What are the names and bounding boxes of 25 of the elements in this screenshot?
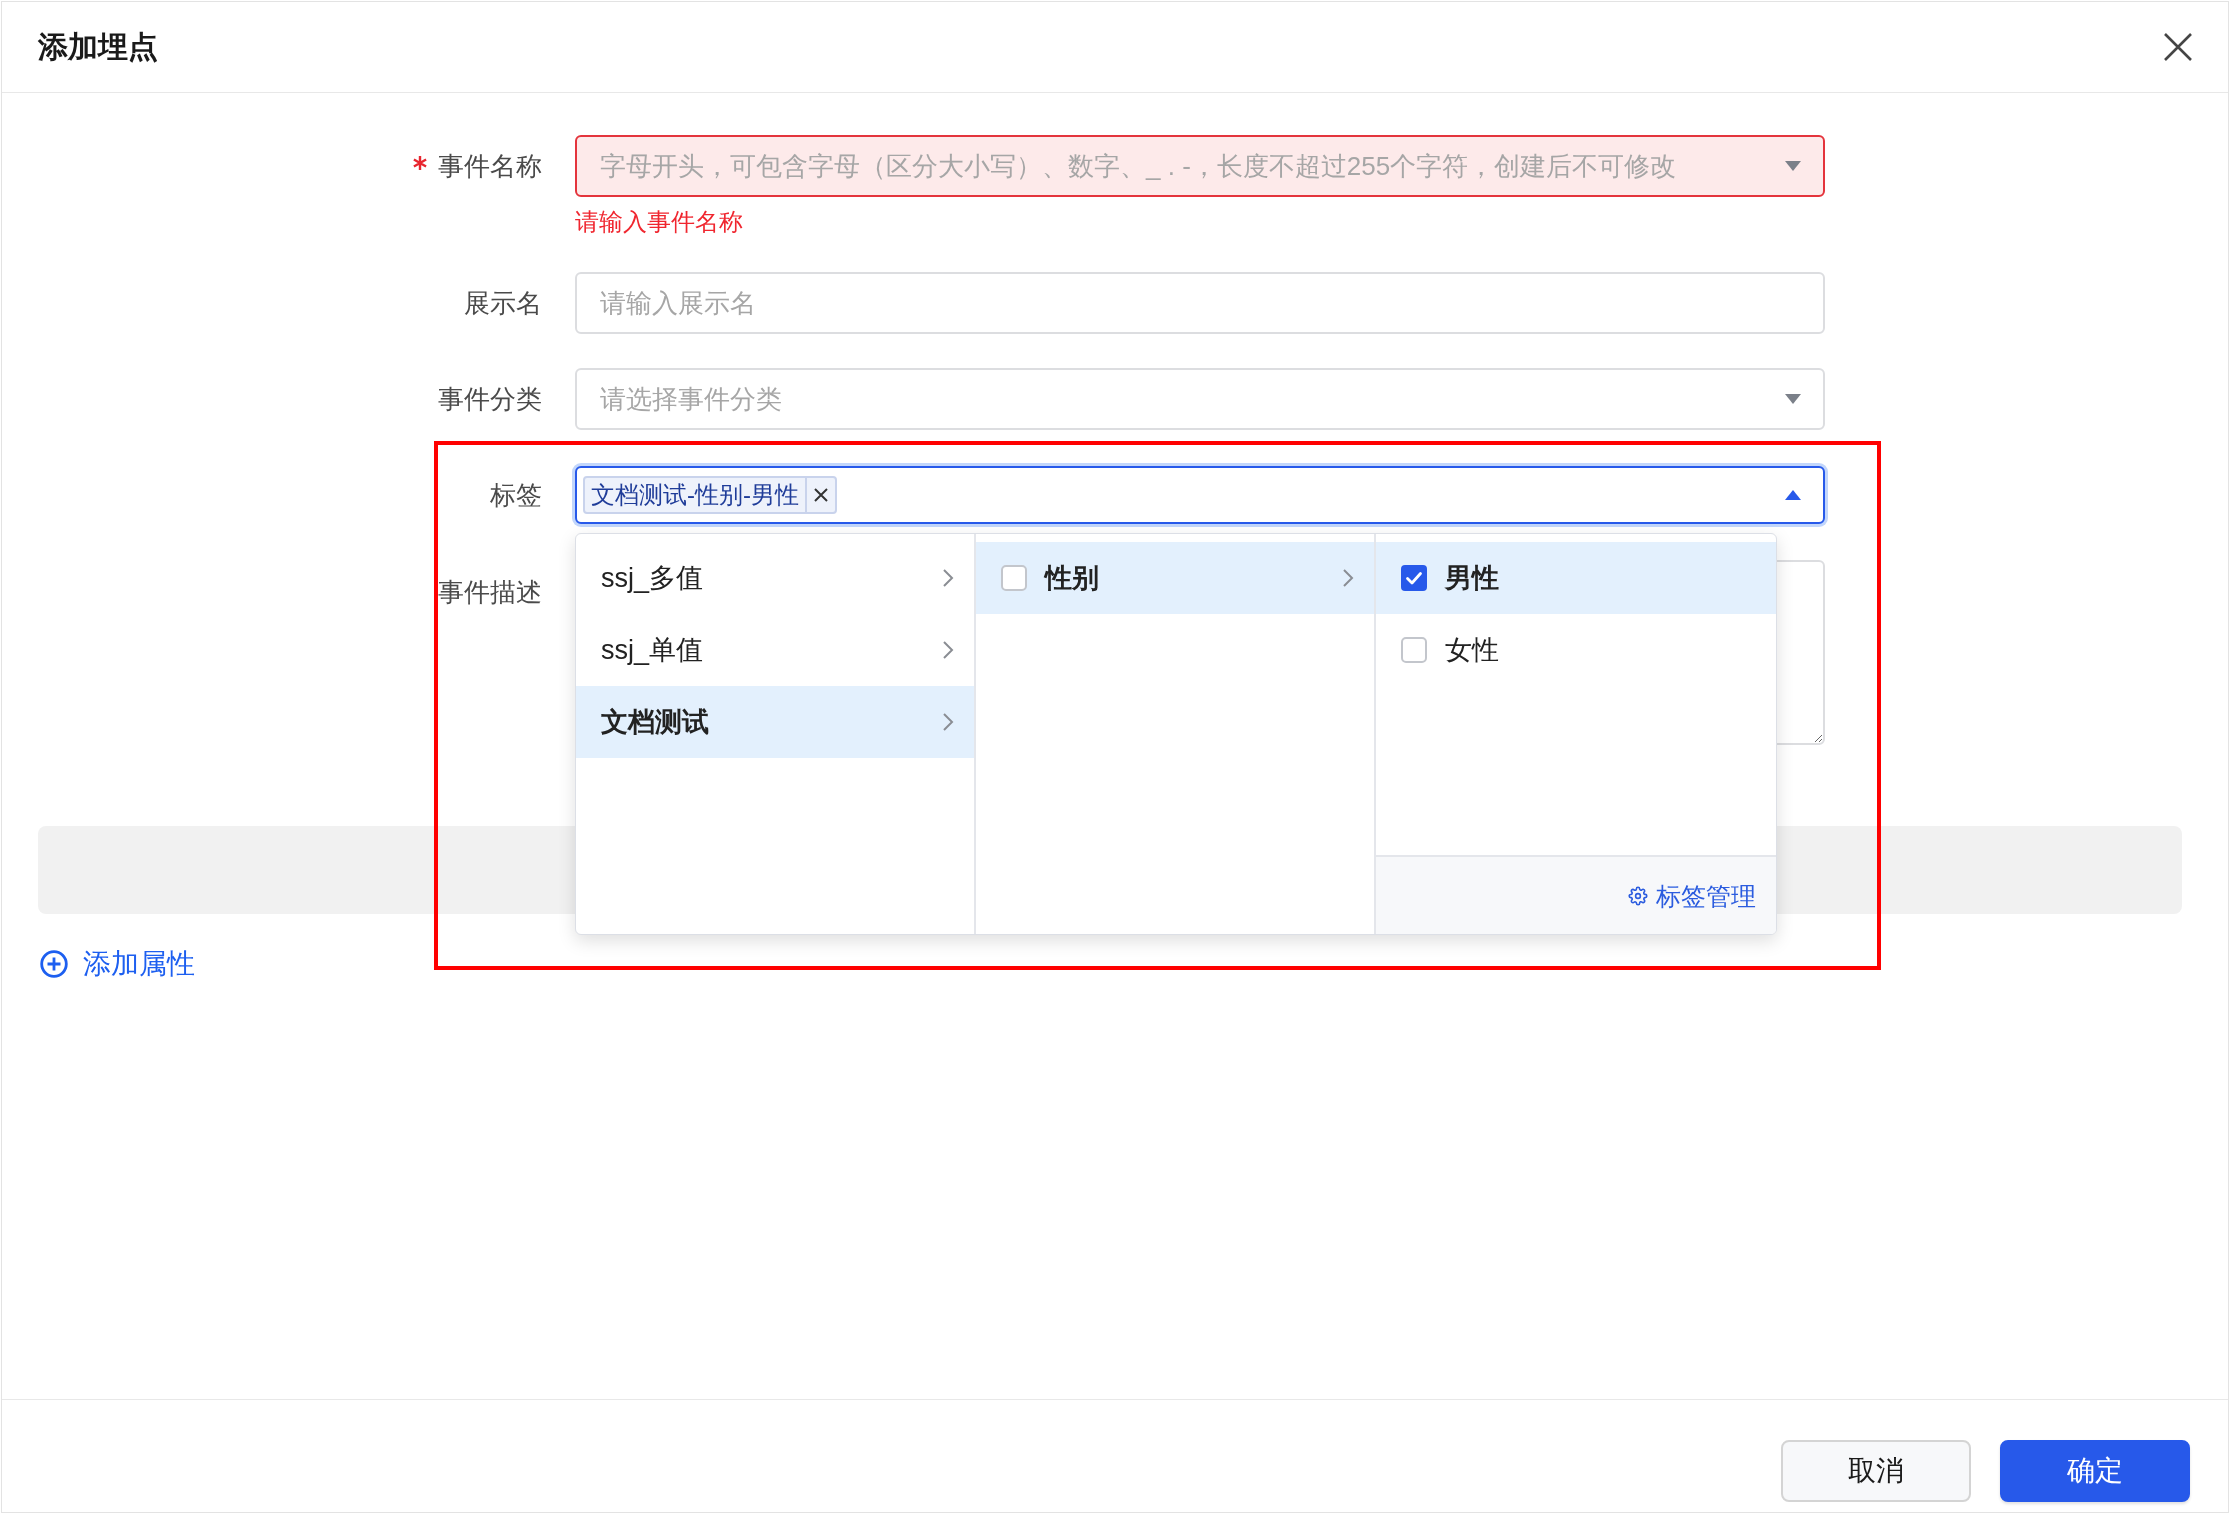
- select-field[interactable]: 字母开头，可包含字母（区分大小写）、数字、_ . -，长度不超过255个字符，创建后不可修改: [575, 135, 1825, 197]
- field-label: 展示名: [464, 287, 542, 319]
- tag-label: 文档测试-性别-男性: [590, 480, 800, 510]
- field-label: 事件分类: [438, 383, 542, 415]
- field-label: 事件描述: [438, 576, 542, 608]
- add-attribute-button[interactable]: 添加属性: [40, 947, 195, 981]
- menu-option[interactable]: 文档测试: [576, 686, 974, 758]
- field-label: 标签: [490, 479, 542, 511]
- menu-option[interactable]: 性别: [976, 542, 1374, 614]
- error-message: 请输入事件名称: [575, 207, 743, 237]
- close-icon: [814, 488, 828, 502]
- plus-circle-icon: [40, 950, 68, 978]
- gear-icon: [1628, 885, 1648, 906]
- input-field[interactable]: 请输入展示名: [575, 272, 1825, 334]
- dialog-title: 添加埋点: [38, 29, 158, 65]
- tag-management-link[interactable]: 标签管理: [1628, 879, 1756, 912]
- confirm-button[interactable]: 确定: [2000, 1440, 2190, 1502]
- checkbox[interactable]: [1401, 637, 1427, 663]
- cancel-button[interactable]: 取消: [1781, 1440, 1971, 1502]
- checkbox[interactable]: [1001, 565, 1027, 591]
- close-button[interactable]: [2164, 33, 2192, 61]
- field-label: 事件名称: [438, 150, 542, 182]
- checkbox[interactable]: [1401, 565, 1427, 591]
- menu-option[interactable]: 男性: [1376, 542, 1776, 614]
- close-icon: [2164, 33, 2192, 61]
